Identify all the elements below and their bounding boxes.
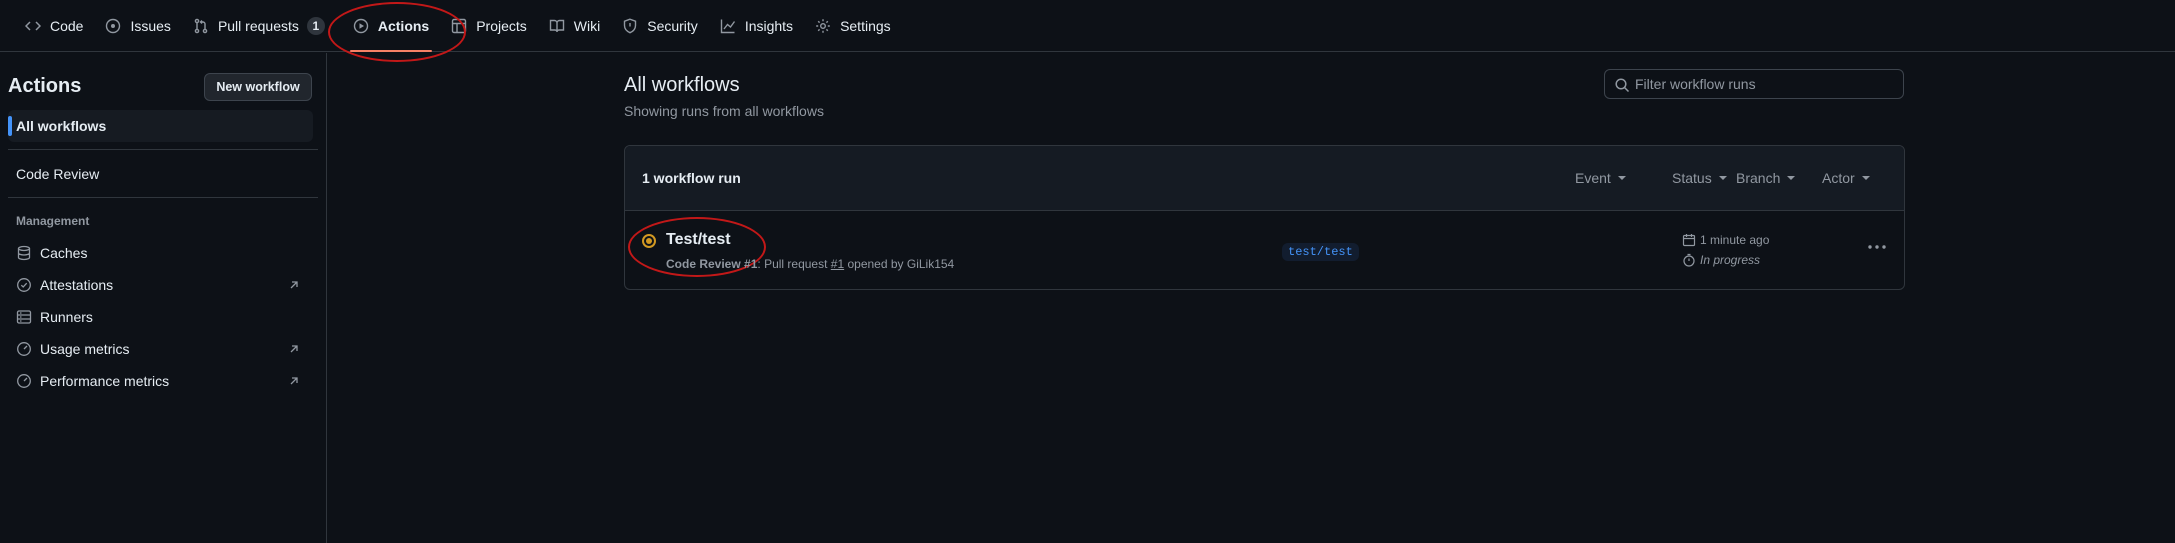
server-icon bbox=[16, 309, 32, 325]
sidebar-item-caches[interactable]: Caches bbox=[8, 237, 313, 269]
runs-header: 1 workflow run Event Status Branch Actor bbox=[625, 146, 1904, 211]
run-title-link[interactable]: Test/test bbox=[666, 231, 731, 249]
caret-down-icon bbox=[1787, 176, 1796, 180]
sidebar-item-label: All workflows bbox=[16, 118, 107, 134]
run-duration: In progress bbox=[1682, 253, 1760, 267]
tab-issues-label: Issues bbox=[130, 17, 171, 34]
search-icon bbox=[1614, 77, 1630, 93]
sidebar-item-label: Performance metrics bbox=[40, 373, 170, 389]
page-subtitle: Showing runs from all workflows bbox=[624, 103, 824, 119]
graph-icon bbox=[720, 18, 736, 34]
dropdown-label: Status bbox=[1672, 170, 1712, 186]
run-workflow-name: Code Review bbox=[666, 257, 741, 271]
pull-request-link[interactable]: #1 bbox=[831, 257, 844, 271]
new-workflow-button[interactable]: New workflow bbox=[204, 73, 312, 101]
tab-settings[interactable]: Settings bbox=[804, 0, 902, 52]
tab-issues[interactable]: Issues bbox=[94, 0, 181, 52]
run-count: 1 workflow run bbox=[642, 170, 741, 186]
sidebar-divider bbox=[8, 149, 318, 150]
dropdown-label: Event bbox=[1575, 170, 1611, 186]
gear-icon bbox=[815, 18, 831, 34]
run-meta: Code Review #1: Pull request #1 opened b… bbox=[666, 257, 954, 271]
pull-requests-counter: 1 bbox=[306, 16, 325, 35]
actor-filter-dropdown[interactable]: Actor bbox=[1822, 170, 1870, 186]
workflow-run-row[interactable]: Test/test Code Review #1: Pull request #… bbox=[625, 211, 1904, 289]
filter-input[interactable] bbox=[1635, 76, 1895, 92]
kebab-horizontal-icon[interactable] bbox=[1865, 239, 1889, 255]
tab-projects[interactable]: Projects bbox=[440, 0, 538, 52]
tab-pull-requests[interactable]: Pull requests 1 bbox=[182, 0, 336, 52]
stopwatch-icon bbox=[1682, 253, 1696, 267]
filter-workflow-runs bbox=[1604, 69, 1904, 99]
calendar-icon bbox=[1682, 233, 1696, 247]
run-time: 1 minute ago bbox=[1682, 233, 1769, 247]
sidebar-item-code-review[interactable]: Code Review bbox=[8, 158, 313, 190]
tab-settings-label: Settings bbox=[840, 17, 891, 34]
tab-actions[interactable]: Actions bbox=[342, 0, 440, 52]
sidebar-item-all-workflows[interactable]: All workflows bbox=[8, 110, 313, 142]
dropdown-label: Actor bbox=[1822, 170, 1855, 186]
dropdown-label: Branch bbox=[1736, 170, 1781, 186]
caret-down-icon bbox=[1718, 176, 1727, 180]
tab-pull-requests-label: Pull requests bbox=[217, 17, 299, 34]
workflow-runs-box: 1 workflow run Event Status Branch Actor… bbox=[624, 145, 1905, 290]
sidebar-item-performance-metrics[interactable]: Performance metrics bbox=[8, 365, 313, 397]
tab-projects-label: Projects bbox=[476, 17, 527, 34]
caret-down-icon bbox=[1617, 176, 1626, 180]
run-meta-text: : Pull request bbox=[757, 257, 831, 271]
branch-tag[interactable]: test/test bbox=[1282, 243, 1359, 261]
external-link-icon bbox=[287, 278, 301, 292]
database-icon bbox=[16, 245, 32, 261]
sidebar-item-label: Usage metrics bbox=[40, 341, 130, 357]
tab-code-label: Code bbox=[50, 17, 84, 34]
branch-filter-dropdown[interactable]: Branch bbox=[1736, 170, 1796, 186]
book-icon bbox=[549, 18, 565, 34]
sidebar-item-label: Attestations bbox=[40, 277, 114, 293]
sidebar-item-label: Runners bbox=[40, 309, 93, 325]
external-link-icon bbox=[287, 342, 301, 356]
tab-wiki[interactable]: Wiki bbox=[538, 0, 611, 52]
meter-icon bbox=[16, 373, 32, 389]
run-status-text: In progress bbox=[1700, 253, 1761, 267]
sidebar-item-label: Code Review bbox=[16, 166, 100, 182]
run-time-text: 1 minute ago bbox=[1700, 233, 1770, 247]
external-link-icon bbox=[287, 374, 301, 388]
management-heading: Management bbox=[16, 214, 90, 228]
tab-code[interactable]: Code bbox=[14, 0, 94, 52]
caret-down-icon bbox=[1861, 176, 1870, 180]
sidebar-divider bbox=[8, 197, 318, 198]
sidebar: Actions New workflow All workflows Code … bbox=[0, 53, 327, 543]
status-filter-dropdown[interactable]: Status bbox=[1672, 170, 1727, 186]
code-icon bbox=[25, 18, 41, 34]
table-icon bbox=[451, 18, 467, 34]
page-title: All workflows bbox=[624, 74, 740, 96]
sidebar-item-label: Caches bbox=[40, 245, 88, 261]
tab-security-label: Security bbox=[647, 17, 698, 34]
sidebar-item-attestations[interactable]: Attestations bbox=[8, 269, 313, 301]
verified-icon bbox=[16, 277, 32, 293]
repo-nav: Code Issues Pull requests 1 Actions Proj… bbox=[0, 0, 2175, 52]
tab-wiki-label: Wiki bbox=[573, 17, 601, 34]
shield-icon bbox=[622, 17, 638, 34]
sidebar-item-runners[interactable]: Runners bbox=[8, 301, 313, 333]
sidebar-item-usage-metrics[interactable]: Usage metrics bbox=[8, 333, 313, 365]
play-icon bbox=[353, 18, 369, 34]
event-filter-dropdown[interactable]: Event bbox=[1575, 170, 1626, 186]
issue-opened-icon bbox=[105, 18, 121, 34]
tab-actions-label: Actions bbox=[377, 17, 430, 34]
git-pull-request-icon bbox=[193, 18, 209, 34]
in-progress-status-icon bbox=[642, 234, 656, 248]
tab-security[interactable]: Security bbox=[611, 0, 709, 52]
sidebar-title: Actions bbox=[8, 75, 82, 97]
tab-insights-label: Insights bbox=[744, 17, 794, 34]
run-number: #1 bbox=[744, 257, 758, 271]
run-meta-actor: opened by GiLik154 bbox=[844, 257, 955, 271]
meter-icon bbox=[16, 341, 32, 357]
tab-insights[interactable]: Insights bbox=[709, 0, 804, 52]
